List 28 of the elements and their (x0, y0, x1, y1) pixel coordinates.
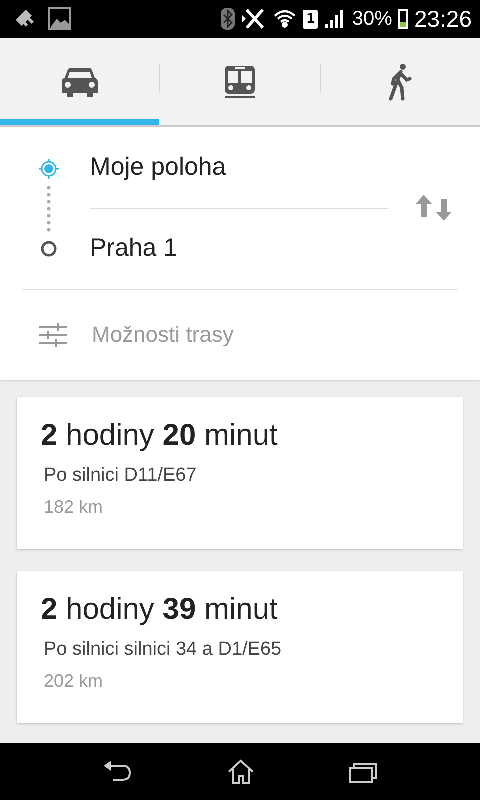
clock: 23:26 (414, 6, 472, 32)
destination-field[interactable]: Praha 1 (90, 208, 388, 288)
sim-icon: 1 (303, 10, 318, 28)
wifi-icon (273, 8, 298, 30)
battery-icon (398, 9, 408, 29)
home-icon[interactable] (227, 758, 255, 784)
route-duration: 2 hodiny 20 minut (41, 419, 279, 453)
my-location-icon (38, 158, 60, 180)
route-card[interactable]: 2 hodiny 20 minut Po silnici D11/E67 182 km (17, 397, 463, 549)
image-icon (48, 7, 72, 31)
sliders-icon (38, 323, 68, 347)
walking-person-icon (388, 62, 412, 100)
route-distance: 182 km (43, 497, 104, 518)
route-via: Po silnici D11/E67 (43, 465, 198, 487)
usb-plug-icon (14, 8, 36, 30)
car-icon (60, 66, 100, 98)
train-icon (222, 64, 257, 100)
route-duration: 2 hodiny 39 minut (41, 593, 279, 627)
route-card[interactable]: 2 hodiny 39 minut Po silnici silnici 34 a D1/E65 202 km (17, 571, 463, 723)
dotted-route-line (46, 185, 50, 235)
swap-arrows-icon[interactable] (414, 193, 454, 223)
battery-percentage: 30% (352, 8, 392, 30)
bluetooth-icon (221, 8, 236, 30)
route-distance: 202 km (43, 671, 104, 692)
origin-field[interactable]: Moje poloha (90, 128, 388, 208)
route-via: Po silnici silnici 34 a D1/E65 (43, 639, 283, 661)
back-icon[interactable] (103, 760, 133, 784)
destination-icon (40, 240, 58, 258)
